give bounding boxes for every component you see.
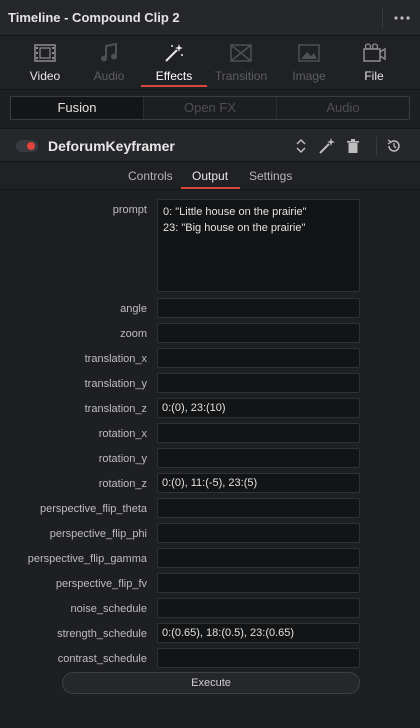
- tab-transition[interactable]: Transition: [208, 36, 274, 90]
- strength-schedule-input[interactable]: 0:(0.65), 18:(0.5), 23:(0.65): [157, 623, 360, 643]
- node-header: DeforumKeyframer: [0, 128, 420, 162]
- reset-icon[interactable]: [385, 137, 403, 155]
- tab-image-label: Image: [292, 69, 326, 83]
- tab-effects[interactable]: Effects: [141, 36, 207, 90]
- translation-z-label: translation_z: [84, 403, 147, 415]
- node-name: DeforumKeyframer: [48, 138, 175, 154]
- tab-video-label: Video: [29, 69, 61, 83]
- tab-file[interactable]: File: [341, 36, 407, 90]
- rotation-x-input[interactable]: [157, 423, 360, 443]
- perspective-flip-phi-input[interactable]: [157, 523, 360, 543]
- node-header-divider: [376, 137, 377, 155]
- up-down-arrows-icon[interactable]: [292, 137, 310, 155]
- tab-settings[interactable]: Settings: [249, 169, 292, 183]
- film-icon: [12, 42, 78, 64]
- tab-transition-label: Transition: [214, 69, 268, 83]
- music-note-icon: [76, 42, 142, 64]
- inspector-tabs: Video Audio Effects Transition Image Fil…: [0, 36, 420, 90]
- perspective-flip-phi-label: perspective_flip_phi: [49, 528, 147, 540]
- translation-y-input[interactable]: [157, 373, 360, 393]
- node-subtabs: Controls Output Settings: [0, 162, 420, 190]
- zoom-label: zoom: [120, 328, 147, 340]
- effect-type-selector: Fusion Open FX Audio: [10, 96, 410, 120]
- perspective-flip-theta-input[interactable]: [157, 498, 360, 518]
- translation-x-input[interactable]: [157, 348, 360, 368]
- execute-button[interactable]: Execute: [62, 672, 360, 694]
- rotation-x-label: rotation_x: [98, 428, 147, 440]
- segment-fusion[interactable]: Fusion: [11, 97, 144, 119]
- strength-schedule-label: strength_schedule: [57, 628, 147, 640]
- toggle-knob: [27, 142, 35, 150]
- translation-z-input[interactable]: 0:(0), 23:(10): [157, 398, 360, 418]
- zoom-input[interactable]: [157, 323, 360, 343]
- transition-icon: [208, 42, 274, 64]
- selected-tab-indicator: [181, 187, 240, 189]
- prompt-line: 0: "Little house on the prairie": [163, 206, 307, 218]
- magic-wand-icon: [141, 42, 207, 64]
- rotation-y-label: rotation_y: [98, 453, 147, 465]
- node-enable-toggle[interactable]: [16, 140, 38, 152]
- rotation-y-input[interactable]: [157, 448, 360, 468]
- segment-audio[interactable]: Audio: [277, 97, 409, 119]
- perspective-flip-fv-input[interactable]: [157, 573, 360, 593]
- perspective-flip-theta-label: perspective_flip_theta: [39, 503, 147, 515]
- tab-output[interactable]: Output: [192, 169, 228, 183]
- contrast-schedule-label: contrast_schedule: [57, 653, 147, 665]
- angle-label: angle: [120, 303, 147, 315]
- perspective-flip-gamma-label: perspective_flip_gamma: [27, 553, 147, 565]
- angle-input[interactable]: [157, 298, 360, 318]
- tab-audio[interactable]: Audio: [76, 36, 142, 90]
- rotation-z-label: rotation_z: [98, 478, 147, 490]
- contrast-schedule-input[interactable]: [157, 648, 360, 668]
- image-icon: [276, 42, 342, 64]
- tab-effects-label: Effects: [155, 69, 193, 83]
- tab-audio-label: Audio: [93, 69, 125, 83]
- segment-open-fx[interactable]: Open FX: [144, 97, 277, 119]
- file-icon: [341, 42, 407, 64]
- tab-image[interactable]: Image: [276, 36, 342, 90]
- translation-y-label: translation_y: [84, 378, 147, 390]
- tab-controls[interactable]: Controls: [128, 169, 173, 183]
- noise-schedule-label: noise_schedule: [70, 603, 147, 615]
- prompt-input[interactable]: 0: "Little house on the prairie" 23: "Bi…: [157, 199, 360, 292]
- tab-file-label: File: [364, 69, 384, 83]
- tab-video[interactable]: Video: [12, 36, 78, 90]
- title-divider: [382, 7, 383, 29]
- translation-x-label: translation_x: [84, 353, 147, 365]
- rotation-z-input[interactable]: 0:(0), 11:(-5), 23:(5): [157, 473, 360, 493]
- noise-schedule-input[interactable]: [157, 598, 360, 618]
- more-dots-icon[interactable]: [390, 6, 414, 26]
- window-title-bar: Timeline - Compound Clip 2: [0, 0, 420, 36]
- perspective-flip-fv-label: perspective_flip_fv: [55, 578, 147, 590]
- window-title: Timeline - Compound Clip 2: [8, 10, 180, 25]
- perspective-flip-gamma-input[interactable]: [157, 548, 360, 568]
- trash-icon[interactable]: [344, 137, 362, 155]
- prompt-label: prompt: [112, 204, 147, 216]
- prompt-line: 23: "Big house on the prairie": [163, 222, 306, 234]
- magic-wand-icon[interactable]: [318, 137, 336, 155]
